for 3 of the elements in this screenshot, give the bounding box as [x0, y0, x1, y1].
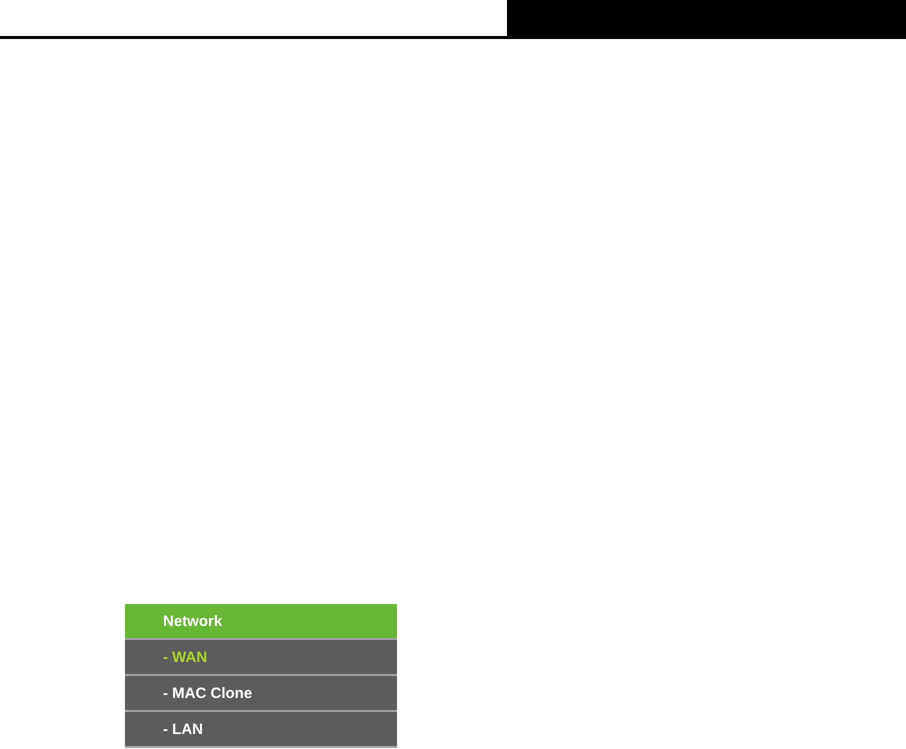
menu-item[interactable]: - LAN [125, 710, 397, 748]
menu-item[interactable]: - MAC Clone [125, 674, 397, 710]
menu-item[interactable]: - WAN [125, 638, 397, 674]
